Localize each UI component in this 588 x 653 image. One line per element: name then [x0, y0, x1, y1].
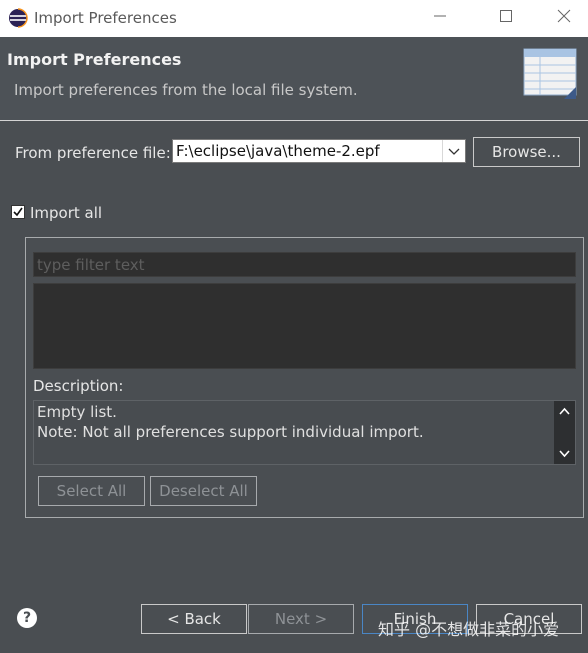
filter-field[interactable] [33, 252, 576, 277]
minimize-icon [434, 15, 446, 17]
header-separator [0, 120, 588, 121]
maximize-icon [500, 10, 512, 22]
close-button[interactable] [544, 6, 584, 30]
preference-file-label: From preference file: [15, 144, 171, 162]
title-bar: Import Preferences [0, 0, 588, 37]
description-label: Description: [33, 377, 124, 395]
scroll-down-icon[interactable] [558, 447, 571, 460]
eclipse-icon [9, 8, 28, 28]
import-preferences-banner-icon [523, 48, 577, 99]
deselect-all-button[interactable]: Deselect All [150, 476, 257, 506]
minimize-button[interactable] [420, 6, 460, 30]
maximize-button[interactable] [486, 6, 526, 30]
preference-file-value: F:\eclipse\java\theme-2.epf [176, 142, 380, 160]
preferences-tree[interactable] [33, 283, 576, 369]
filter-input[interactable] [34, 253, 575, 276]
description-scrollbar[interactable] [554, 401, 575, 464]
wizard-subtitle: Import preferences from the local file s… [14, 81, 358, 99]
dropdown-arrow[interactable] [442, 140, 465, 162]
next-button[interactable]: Next > [248, 604, 354, 634]
window-title: Import Preferences [34, 9, 177, 27]
browse-button[interactable]: Browse... [473, 137, 580, 167]
close-icon [557, 9, 571, 23]
wizard-title: Import Preferences [7, 50, 182, 69]
import-all-checkbox[interactable] [11, 205, 25, 219]
watermark: 知乎 @不想做非菜的小爱 [378, 620, 560, 639]
back-button[interactable]: < Back [141, 604, 247, 634]
description-line: Note: Not all preferences support indivi… [37, 423, 424, 441]
help-icon[interactable]: ? [17, 608, 37, 628]
preference-file-combo[interactable]: F:\eclipse\java\theme-2.epf [172, 139, 466, 163]
import-all-label[interactable]: Import all [30, 204, 102, 222]
description-text: Empty list. Note: Not all preferences su… [33, 400, 576, 465]
chevron-down-icon [448, 148, 460, 155]
wizard-header: Import Preferences Import preferences fr… [0, 37, 588, 120]
checkmark-icon [13, 207, 23, 217]
description-line: Empty list. [37, 403, 117, 421]
scroll-up-icon[interactable] [558, 405, 571, 418]
select-all-button[interactable]: Select All [38, 476, 145, 506]
